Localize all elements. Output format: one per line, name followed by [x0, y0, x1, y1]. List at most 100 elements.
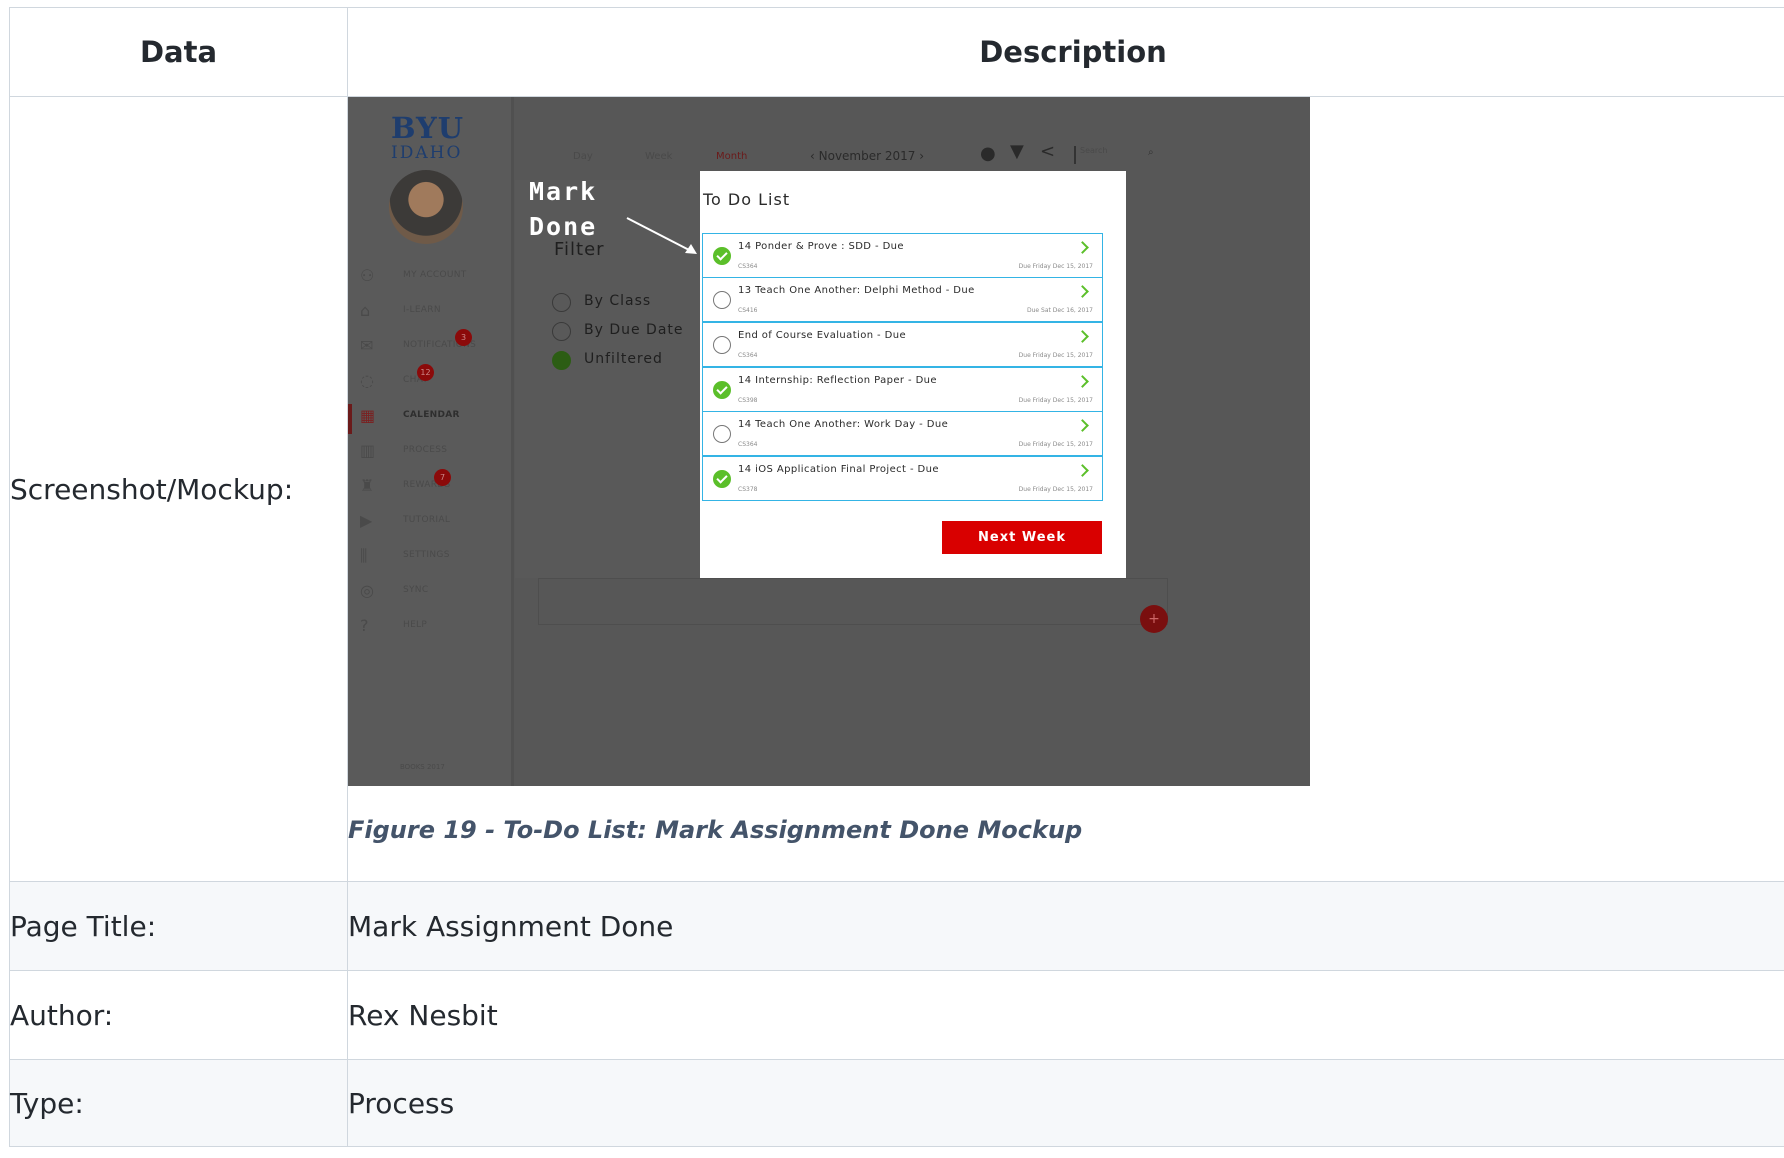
avatar — [389, 170, 463, 244]
todo-item-title: 14 Ponder & Prove : SDD - Due — [738, 241, 904, 252]
filter-title: Filter — [554, 239, 605, 260]
filter-icon[interactable]: ▼ — [1010, 141, 1024, 162]
sidebar-item-label: MY ACCOUNT — [403, 270, 467, 280]
todo-item-course: CS378 — [738, 486, 758, 493]
sidebar-item-calendar[interactable]: ▦ CALENDAR — [360, 405, 510, 431]
todo-item[interactable]: 14 iOS Application Final Project - Due CS… — [702, 456, 1103, 501]
screenshot-label: Screenshot/Mockup: — [9, 96, 348, 882]
chevron-right-icon[interactable] — [1076, 464, 1089, 477]
chat-icon: ◌ — [360, 371, 374, 390]
todo-item[interactable]: End of Course Evaluation - Due CS364 Due F… — [702, 322, 1103, 367]
share-icon[interactable]: < — [1040, 141, 1055, 162]
todo-item-title: 13 Teach One Another: Delphi Method - Du… — [738, 285, 975, 296]
sidebar-item-label: HELP — [403, 620, 428, 630]
radio-by-class[interactable] — [552, 293, 571, 312]
todo-item-course: CS364 — [738, 352, 758, 359]
unchecked-circle-icon[interactable] — [713, 425, 731, 443]
copyright: BOOKS 2017 — [400, 763, 445, 771]
annotation-done: Done — [529, 212, 598, 241]
notification-badge: 7 — [434, 469, 451, 486]
tab-month[interactable]: Month — [716, 151, 747, 162]
sliders-icon: ⫼ — [360, 546, 368, 565]
todo-item[interactable]: 14 Ponder & Prove : SDD - Due CS364 Due Fr… — [702, 233, 1103, 278]
sidebar-item-tutorial[interactable]: ▶ TUTORIAL — [360, 510, 510, 536]
sidebar-item-label: CALENDAR — [403, 410, 460, 420]
checked-circle-icon[interactable] — [713, 247, 731, 265]
logo-idaho: IDAHO — [391, 143, 463, 163]
calendar-grid-row — [538, 578, 1168, 625]
todo-modal-title: To Do List — [703, 190, 791, 209]
sidebar-item-label: SYNC — [403, 585, 429, 595]
author-label: Author: — [9, 970, 348, 1060]
active-indicator — [348, 404, 352, 434]
sidebar-item-label: SETTINGS — [403, 550, 450, 560]
data-column-header: Data — [9, 7, 348, 97]
todo-item[interactable]: 14 Teach One Another: Work Day - Due CS36… — [702, 411, 1103, 456]
todo-item[interactable]: 13 Teach One Another: Delphi Method - Du… — [702, 277, 1103, 322]
sidebar-item-label: PROCESS — [403, 445, 448, 455]
type-value: Process — [347, 1059, 1784, 1147]
chevron-right-icon[interactable] — [1076, 241, 1089, 254]
sync-icon: ◎ — [360, 581, 374, 600]
tab-week[interactable]: Week — [645, 151, 672, 162]
trophy-icon: ♜ — [360, 476, 375, 495]
sidebar-item-i-learn[interactable]: ⌂ I-LEARN — [360, 300, 510, 326]
sidebar-item-sync[interactable]: ◎ SYNC — [360, 580, 510, 606]
search-icon[interactable]: ⌕ — [1148, 147, 1154, 158]
spec-table: Data Description Screenshot/Mockup: BYU … — [9, 7, 1784, 1147]
todo-item-due: Due Friday Dec 15, 2017 — [1018, 263, 1093, 270]
sidebar-item-chat[interactable]: ◌ CHAT 12 — [360, 364, 510, 396]
todo-item[interactable]: 14 Internship: Reflection Paper - Due CS3… — [702, 367, 1103, 412]
page-title-label: Page Title: — [9, 881, 348, 971]
radio-by-due-date[interactable] — [552, 322, 571, 341]
todo-item-due: Due Friday Dec 15, 2017 — [1018, 352, 1093, 359]
todo-item-due: Due Friday Dec 15, 2017 — [1018, 486, 1093, 493]
microphone-icon[interactable]: ● — [980, 143, 996, 164]
notification-badge: 3 — [455, 329, 472, 346]
chevron-right-icon[interactable] — [1076, 375, 1089, 388]
sidebar-item-notifications[interactable]: ✉ NOTIFICATIONS 3 — [360, 329, 510, 361]
todo-item-course: CS364 — [738, 441, 758, 448]
sidebar-item-label: I-LEARN — [403, 305, 441, 315]
mail-icon: ✉ — [360, 336, 374, 355]
todo-item-due: Due Sat Dec 16, 2017 — [1026, 307, 1093, 314]
todo-item-course: CS398 — [738, 397, 758, 404]
filter-option-label: Unfiltered — [584, 351, 663, 367]
next-week-button[interactable]: Next Week — [942, 521, 1102, 554]
sidebar-item-label: TUTORIAL — [403, 515, 451, 525]
annotation-arrow — [626, 217, 697, 254]
description-column-header: Description — [347, 7, 1784, 97]
sidebar-item-help[interactable]: ? HELP — [360, 615, 510, 641]
sidebar-item-process[interactable]: ▥ PROCESS — [360, 440, 510, 466]
chevron-right-icon[interactable] — [1076, 285, 1089, 298]
unchecked-circle-icon[interactable] — [713, 336, 731, 354]
screenshot-cell: BYU IDAHO ⚇ MY ACCOUNT ⌂ I-LEARN ✉ NOTIFICATI… — [347, 96, 1784, 882]
home-icon: ⌂ — [360, 301, 371, 320]
sidebar-item-my-account[interactable]: ⚇ MY ACCOUNT — [360, 265, 510, 291]
todo-item-course: CS364 — [738, 263, 758, 270]
type-label: Type: — [9, 1059, 348, 1147]
sidebar: BYU IDAHO ⚇ MY ACCOUNT ⌂ I-LEARN ✉ NOTIFICATI… — [348, 97, 514, 786]
filter-option-label: By Due Date — [584, 322, 684, 338]
sidebar-item-rewards[interactable]: ♜ REWARDS 7 — [360, 469, 510, 501]
unchecked-circle-icon[interactable] — [713, 291, 731, 309]
chevron-right-icon[interactable] — [1076, 330, 1089, 343]
help-icon: ? — [360, 616, 369, 635]
calendar-icon: ▦ — [360, 406, 376, 425]
annotation-mark: Mark — [529, 177, 598, 206]
todo-item-title: End of Course Evaluation - Due — [738, 330, 907, 341]
radio-unfiltered[interactable] — [552, 351, 571, 370]
chevron-right-icon[interactable] — [1076, 419, 1089, 432]
todo-modal: To Do List 14 Ponder & Prove : SDD - Due… — [700, 171, 1126, 578]
chart-icon: ▥ — [360, 441, 376, 460]
checked-circle-icon[interactable] — [713, 470, 731, 488]
figure-caption: Figure 19 - To-Do List: Mark Assignment … — [348, 816, 1083, 844]
sidebar-item-settings[interactable]: ⫼ SETTINGS — [360, 545, 510, 571]
checked-circle-icon[interactable] — [713, 381, 731, 399]
todo-item-due: Due Friday Dec 15, 2017 — [1018, 441, 1093, 448]
add-event-button[interactable]: + — [1140, 605, 1168, 633]
video-icon: ▶ — [360, 511, 373, 530]
notification-badge: 12 — [417, 364, 434, 381]
month-selector[interactable]: ‹ November 2017 › — [810, 149, 924, 163]
tab-day[interactable]: Day — [573, 151, 593, 162]
